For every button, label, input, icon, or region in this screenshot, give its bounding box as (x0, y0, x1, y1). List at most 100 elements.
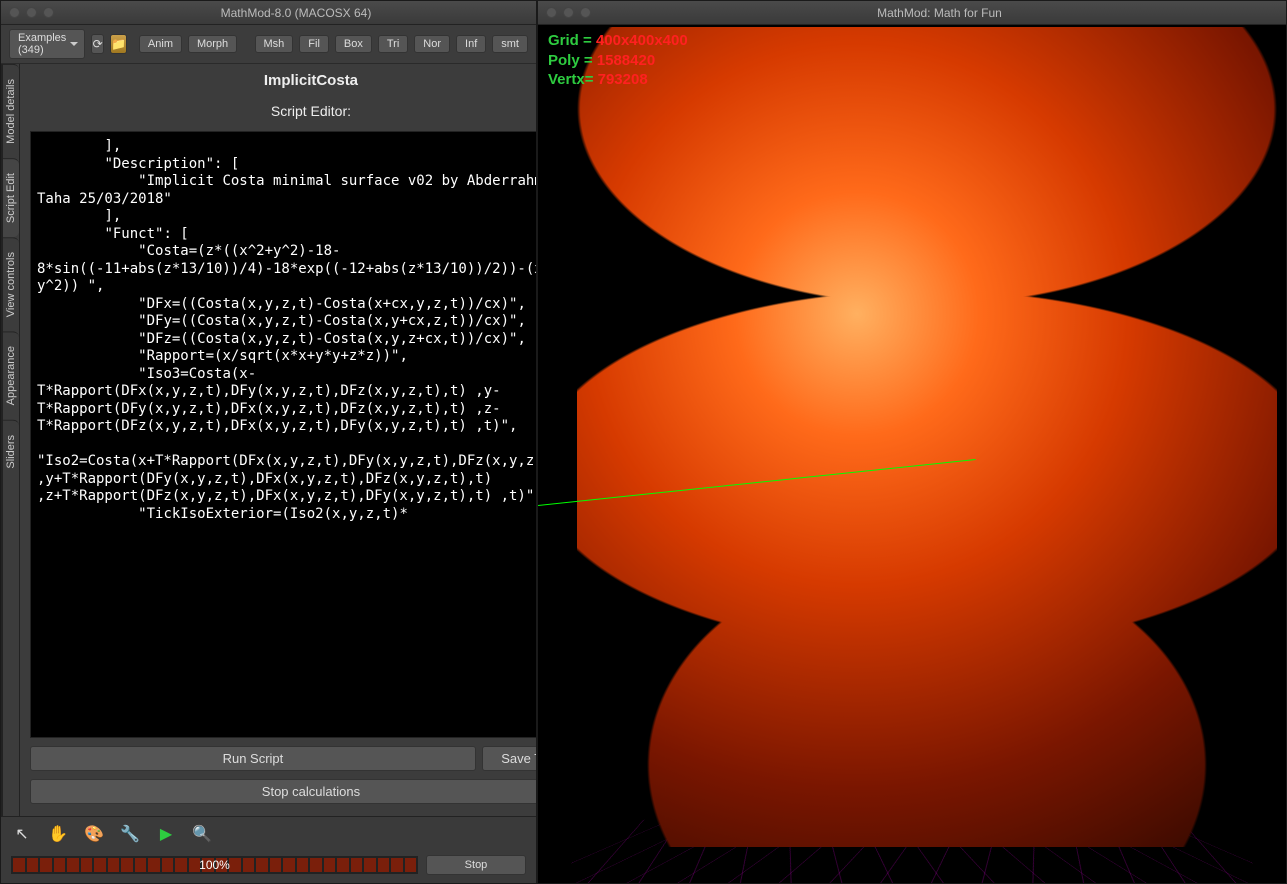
costa-surface (577, 27, 1277, 847)
tree-item[interactable]: Neovius Sphere (1, 624, 2, 640)
tree-item[interactable]: MirroredTorus (1, 544, 2, 560)
tree-item[interactable]: Neovius Tori (1, 640, 2, 656)
tree-item[interactable]: OctahedronOfO… (1, 736, 2, 752)
tree-item[interactable]: Menger_4 Schw… (1, 480, 2, 496)
tree-item[interactable]: P_Skeletal Tori (1, 800, 2, 816)
vertical-tabs: Model detailsScript EditView controlsApp… (2, 64, 20, 816)
tree-item[interactable]: Interlocked Toru… (1, 288, 2, 304)
tree-item[interactable]: Hyperboloid (1, 240, 2, 256)
tree-item[interactable]: Moon3 (1, 608, 2, 624)
tree-item[interactable]: Nordstrand (1, 704, 2, 720)
cursor-icon[interactable]: ↖ (11, 823, 33, 845)
examples-combo[interactable]: Examples (349) (9, 29, 85, 59)
zoom-icon[interactable] (580, 7, 591, 18)
tree-item[interactable]: OldVase (1, 752, 2, 768)
script-editor[interactable]: ], "Description": [ "Implicit Costa mini… (30, 131, 536, 738)
tree-item[interactable]: MengerSpongeS… (1, 512, 2, 528)
inf-button[interactable]: Inf (456, 35, 486, 53)
tree-item[interactable]: Lamp (1, 384, 2, 400)
progress-row: 100% Stop (1, 851, 536, 883)
tree-item[interactable]: Moon (1, 576, 2, 592)
tree-item[interactable]: Helical Tori (1, 96, 2, 112)
top-toolbar: Examples (349) ⟳ 📁 Anim Morph Msh Fil Bo… (1, 25, 536, 64)
script-editor-label: Script Editor: (20, 95, 536, 127)
zoom-icon[interactable] (43, 7, 54, 18)
window-controls[interactable] (9, 7, 54, 18)
hud-vert-value: 793208 (598, 71, 648, 88)
vtab-appearance[interactable]: Appearance (3, 331, 19, 419)
tree-item[interactable]: Gyroidal Tori_2 (1, 64, 2, 80)
palette-icon[interactable]: 🎨 (83, 823, 105, 845)
play-icon[interactable]: ▶ (155, 823, 177, 845)
tree-item[interactable]: KleinIso (1, 352, 2, 368)
folder-icon[interactable]: 📁 (110, 34, 127, 54)
tree-item[interactable]: P_Skeletal Sphere (1, 784, 2, 800)
tree-item[interactable]: Models Intersec… (1, 560, 2, 576)
main-window: MathMod-8.0 (MACOSX 64) Examples (349) ⟳… (0, 0, 537, 884)
tree-item[interactable]: NeoviusLatice (1, 672, 2, 688)
tree-item[interactable]: Implicit Costa (1, 272, 2, 288)
fil-button[interactable]: Fil (299, 35, 329, 53)
tree-item[interactable]: Moon2 (1, 592, 2, 608)
tree-item[interactable]: Lidinoid Torus (1, 448, 2, 464)
tree-item[interactable]: Labs-Septic (1, 368, 2, 384)
msh-button[interactable]: Msh (255, 35, 294, 53)
tree-item[interactable]: IntersectSpheres (1, 304, 2, 320)
progress-pct: 100% (199, 858, 230, 872)
tree-item[interactable]: MengerSponge (1, 496, 2, 512)
run-script-button[interactable]: Run Script (30, 746, 476, 771)
wrench-icon[interactable]: 🔧 (119, 823, 141, 845)
tree-item[interactable]: Mesh Torus_01 (1, 528, 2, 544)
save-to-file-button[interactable]: Save To File (482, 746, 536, 771)
minimize-icon[interactable] (26, 7, 37, 18)
tree-item[interactable]: Noise_Duplin (1, 688, 2, 704)
vtab-view-controls[interactable]: View controls (3, 237, 19, 331)
tree-item[interactable]: IsoCube (1, 320, 2, 336)
stop-calculations-button[interactable]: Stop calculations (30, 779, 536, 804)
tree-item[interactable]: LinoidLatice (1, 464, 2, 480)
tree-item[interactable]: IsoToupie (1, 336, 2, 352)
titlebar-right: MathMod: Math for Fun (538, 1, 1286, 25)
stop-button[interactable]: Stop (426, 855, 526, 875)
tree-item[interactable]: Icosahedron (1, 256, 2, 272)
tree-item[interactable]: GyroidLatice (1, 80, 2, 96)
tree-item[interactable]: Holed Spheres (i… (1, 160, 2, 176)
magnifier-icon[interactable]: 🔍 (191, 823, 213, 845)
close-icon[interactable] (9, 7, 20, 18)
tree-item[interactable]: Holes_2 (1, 208, 2, 224)
minimize-icon[interactable] (563, 7, 574, 18)
nor-button[interactable]: Nor (414, 35, 450, 53)
bottom-toolbar: ↖ ✋ 🎨 🔧 ▶ 🔍 (1, 816, 536, 851)
tree-item[interactable]: Holes (1, 192, 2, 208)
hand-icon[interactable]: ✋ (47, 823, 69, 845)
hud-grid-label: Grid = (548, 32, 596, 49)
tree-item[interactable]: Leminescape (1, 400, 2, 416)
window-title-right: MathMod: Math for Fun (601, 6, 1278, 20)
box-button[interactable]: Box (335, 35, 372, 53)
hud-poly-value: 1588420 (597, 52, 655, 69)
vtab-sliders[interactable]: Sliders (3, 420, 19, 483)
tree-item[interactable]: Hyperbolic (1, 224, 2, 240)
tree-item[interactable]: Hexagrams Men… (1, 112, 2, 128)
smt-button[interactable]: smt (492, 35, 528, 53)
tree-item[interactable]: Octahedron (1, 720, 2, 736)
tri-button[interactable]: Tri (378, 35, 408, 53)
window-controls-right[interactable] (546, 7, 591, 18)
anim-button[interactable]: Anim (139, 35, 182, 53)
close-icon[interactable] (546, 7, 557, 18)
morph-button[interactable]: Morph (188, 35, 237, 53)
tree-item[interactable]: OrthoCircle (1, 768, 2, 784)
tree-item[interactable]: Holed Spheres v… (1, 176, 2, 192)
tree-item[interactable]: Lidinoid (1, 416, 2, 432)
tree-item[interactable]: Neovius Torus (1, 656, 2, 672)
3d-viewport[interactable]: Grid = 400x400x400 Poly = 1588420 Vertx=… (538, 25, 1286, 883)
vtab-script-edit[interactable]: Script Edit (3, 158, 19, 237)
tree-item[interactable]: HexaGrid Torus_2 (1, 144, 2, 160)
hud-vert-label: Vertx= (548, 71, 598, 88)
viewport-window: MathMod: Math for Fun Grid = 400x400x400… (537, 0, 1287, 884)
model-tree[interactable]: Gyroidal Tori_2GyroidLaticeHelical ToriH… (1, 64, 2, 816)
refresh-icon[interactable]: ⟳ (91, 34, 104, 54)
tree-item[interactable]: Lidinoid Sphere (1, 432, 2, 448)
tree-item[interactable]: HexaGrid Torus (1, 128, 2, 144)
vtab-model-details[interactable]: Model details (3, 64, 19, 158)
